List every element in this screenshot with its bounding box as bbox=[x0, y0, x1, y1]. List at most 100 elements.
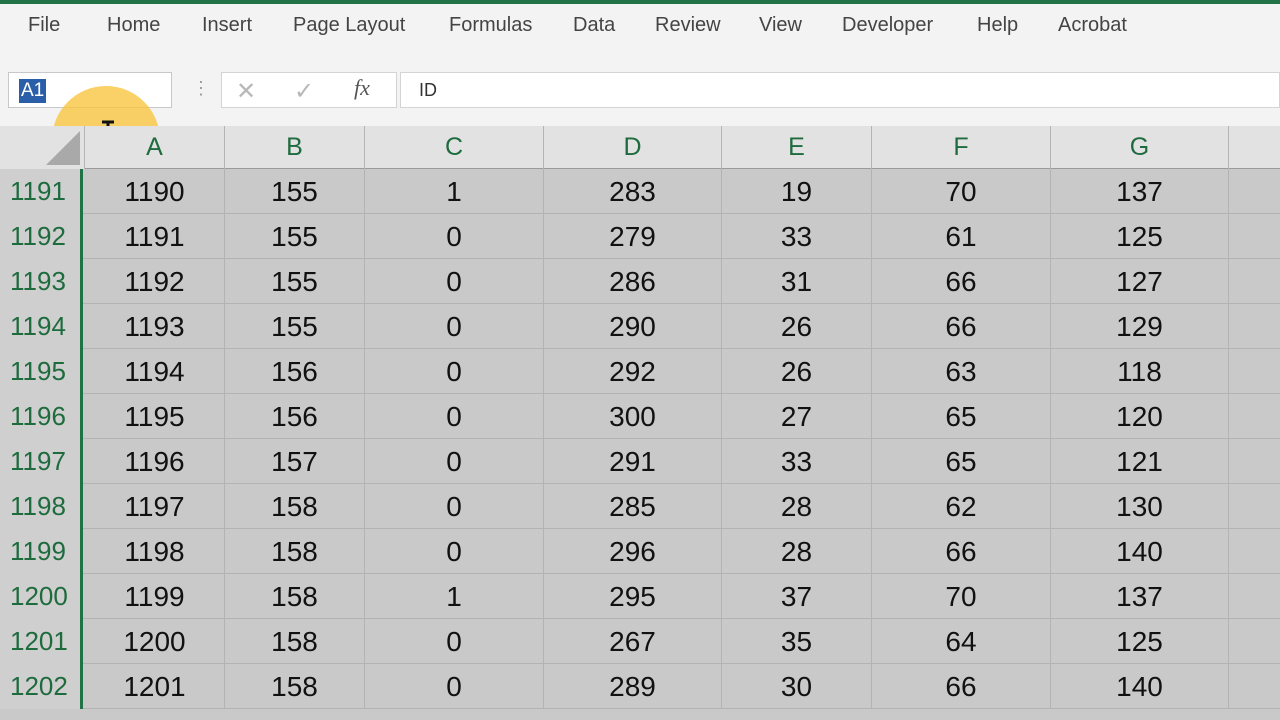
row-header[interactable]: 1195 bbox=[0, 349, 83, 394]
menu-file[interactable]: File bbox=[28, 14, 60, 37]
row-header[interactable]: 1196 bbox=[0, 394, 83, 439]
cell-a[interactable]: 1192 bbox=[85, 259, 225, 304]
cell-e[interactable]: 33 bbox=[722, 214, 872, 259]
row-header[interactable]: 1194 bbox=[0, 304, 83, 349]
cell-f[interactable]: 66 bbox=[872, 529, 1051, 574]
cell-d[interactable]: 286 bbox=[544, 259, 722, 304]
cell-g[interactable]: 121 bbox=[1051, 439, 1229, 484]
cell-e[interactable]: 28 bbox=[722, 484, 872, 529]
cell-b[interactable]: 155 bbox=[225, 304, 365, 349]
row-header[interactable]: 1202 bbox=[0, 664, 83, 709]
enter-check-icon[interactable]: ✓ bbox=[294, 77, 314, 106]
cell-g[interactable]: 127 bbox=[1051, 259, 1229, 304]
menu-view[interactable]: View bbox=[759, 14, 802, 37]
cell-e[interactable]: 31 bbox=[722, 259, 872, 304]
cell-c[interactable]: 1 bbox=[365, 574, 544, 619]
cell-b[interactable]: 158 bbox=[225, 574, 365, 619]
column-header-e[interactable]: E bbox=[722, 126, 872, 169]
cell-a[interactable]: 1199 bbox=[85, 574, 225, 619]
row-header[interactable]: 1197 bbox=[0, 439, 83, 484]
cell-b[interactable]: 158 bbox=[225, 484, 365, 529]
cell-a[interactable]: 1200 bbox=[85, 619, 225, 664]
cell-e[interactable]: 33 bbox=[722, 439, 872, 484]
column-header-g[interactable]: G bbox=[1051, 126, 1229, 169]
menu-developer[interactable]: Developer bbox=[842, 14, 933, 37]
cell-e[interactable]: 30 bbox=[722, 664, 872, 709]
menu-acrobat[interactable]: Acrobat bbox=[1058, 14, 1127, 37]
cell-b[interactable]: 156 bbox=[225, 349, 365, 394]
row-header[interactable]: 1200 bbox=[0, 574, 83, 619]
cell-f[interactable]: 65 bbox=[872, 439, 1051, 484]
menu-insert[interactable]: Insert bbox=[202, 14, 252, 37]
row-header[interactable]: 1191 bbox=[0, 169, 83, 214]
cell-d[interactable]: 285 bbox=[544, 484, 722, 529]
cell-d[interactable]: 291 bbox=[544, 439, 722, 484]
menu-review[interactable]: Review bbox=[655, 14, 721, 37]
cell-b[interactable]: 158 bbox=[225, 619, 365, 664]
cell-d[interactable]: 290 bbox=[544, 304, 722, 349]
cell-g[interactable]: 137 bbox=[1051, 574, 1229, 619]
cell-c[interactable]: 0 bbox=[365, 439, 544, 484]
cell-b[interactable]: 155 bbox=[225, 259, 365, 304]
cell-b[interactable]: 155 bbox=[225, 169, 365, 214]
cell-f[interactable]: 65 bbox=[872, 394, 1051, 439]
cell-f[interactable]: 66 bbox=[872, 259, 1051, 304]
cell-e[interactable]: 26 bbox=[722, 349, 872, 394]
cell-f[interactable]: 66 bbox=[872, 304, 1051, 349]
cell-g[interactable]: 129 bbox=[1051, 304, 1229, 349]
menu-page-layout[interactable]: Page Layout bbox=[293, 14, 405, 37]
cell-f[interactable]: 61 bbox=[872, 214, 1051, 259]
cell-f[interactable]: 70 bbox=[872, 574, 1051, 619]
column-header-c[interactable]: C bbox=[365, 126, 544, 169]
menu-data[interactable]: Data bbox=[573, 14, 615, 37]
resize-handle-icon[interactable]: ⋮ bbox=[192, 78, 210, 99]
cell-f[interactable]: 63 bbox=[872, 349, 1051, 394]
cell-a[interactable]: 1191 bbox=[85, 214, 225, 259]
cell-c[interactable]: 0 bbox=[365, 214, 544, 259]
cell-c[interactable]: 0 bbox=[365, 664, 544, 709]
cancel-icon[interactable]: ✕ bbox=[236, 77, 256, 106]
row-header[interactable]: 1199 bbox=[0, 529, 83, 574]
row-header[interactable]: 1198 bbox=[0, 484, 83, 529]
cell-c[interactable]: 0 bbox=[365, 304, 544, 349]
cell-f[interactable]: 64 bbox=[872, 619, 1051, 664]
cell-f[interactable]: 66 bbox=[872, 664, 1051, 709]
cell-a[interactable]: 1198 bbox=[85, 529, 225, 574]
cell-g[interactable]: 130 bbox=[1051, 484, 1229, 529]
cell-d[interactable]: 295 bbox=[544, 574, 722, 619]
cell-g[interactable]: 137 bbox=[1051, 169, 1229, 214]
cell-b[interactable]: 156 bbox=[225, 394, 365, 439]
cell-e[interactable]: 35 bbox=[722, 619, 872, 664]
menu-formulas[interactable]: Formulas bbox=[449, 14, 532, 37]
cell-g[interactable]: 140 bbox=[1051, 529, 1229, 574]
column-header-d[interactable]: D bbox=[544, 126, 722, 169]
cell-a[interactable]: 1195 bbox=[85, 394, 225, 439]
select-all-corner[interactable] bbox=[0, 126, 85, 169]
cell-a[interactable]: 1197 bbox=[85, 484, 225, 529]
cell-c[interactable]: 0 bbox=[365, 259, 544, 304]
column-header-a[interactable]: A bbox=[85, 126, 225, 169]
cell-g[interactable]: 118 bbox=[1051, 349, 1229, 394]
cell-c[interactable]: 0 bbox=[365, 349, 544, 394]
cell-d[interactable]: 279 bbox=[544, 214, 722, 259]
column-header-b[interactable]: B bbox=[225, 126, 365, 169]
column-header-f[interactable]: F bbox=[872, 126, 1051, 169]
cell-a[interactable]: 1194 bbox=[85, 349, 225, 394]
cell-e[interactable]: 28 bbox=[722, 529, 872, 574]
row-header[interactable]: 1201 bbox=[0, 619, 83, 664]
cell-e[interactable]: 19 bbox=[722, 169, 872, 214]
cell-d[interactable]: 300 bbox=[544, 394, 722, 439]
menu-help[interactable]: Help bbox=[977, 14, 1018, 37]
cell-e[interactable]: 27 bbox=[722, 394, 872, 439]
cell-e[interactable]: 37 bbox=[722, 574, 872, 619]
row-header[interactable]: 1192 bbox=[0, 214, 83, 259]
cell-g[interactable]: 125 bbox=[1051, 619, 1229, 664]
cell-c[interactable]: 1 bbox=[365, 169, 544, 214]
cell-b[interactable]: 158 bbox=[225, 529, 365, 574]
insert-function-icon[interactable]: fx bbox=[354, 75, 370, 101]
cell-a[interactable]: 1193 bbox=[85, 304, 225, 349]
menu-home[interactable]: Home bbox=[107, 14, 160, 37]
cell-b[interactable]: 157 bbox=[225, 439, 365, 484]
cell-a[interactable]: 1196 bbox=[85, 439, 225, 484]
cell-d[interactable]: 267 bbox=[544, 619, 722, 664]
